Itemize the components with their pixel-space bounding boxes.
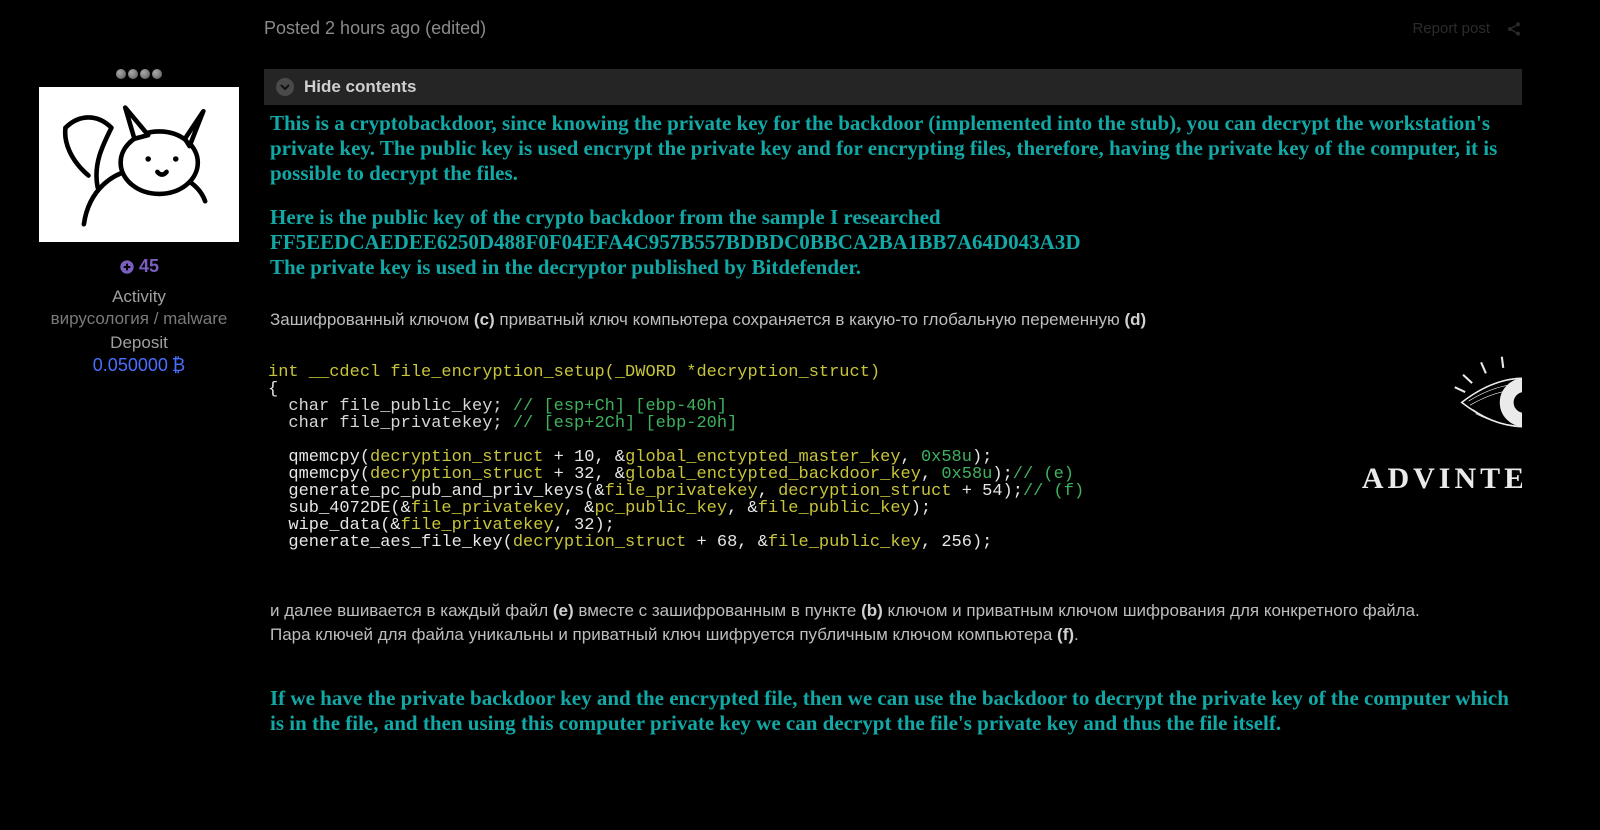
post-container: Posted 2 hours ago (edited) Report post (12, 8, 1534, 750)
watermark: ADVINTEL (1352, 337, 1522, 528)
highlighted-paragraph-1: This is a cryptobackdoor, since knowing … (264, 105, 1522, 304)
plain-paragraph-2: и далее вшивается в каждый файл (e) вмес… (264, 595, 1522, 652)
pip-icon (152, 69, 162, 79)
pip-icon (140, 69, 150, 79)
highlighted-paragraph-2: If we have the private backdoor key and … (264, 682, 1522, 740)
plain-paragraph-1: Зашифрованный ключом (c) приватный ключ … (264, 304, 1522, 337)
bitcoin-icon: ₿ (172, 355, 185, 376)
spoiler-toggle[interactable]: Hide contents (264, 69, 1522, 105)
code-block: int __cdecl file_encryption_setup(_DWORD… (264, 337, 1522, 595)
activity-label: Activity (24, 287, 254, 307)
highlight-text: Here is the public key of the crypto bac… (270, 205, 1516, 281)
pip-icon (116, 69, 126, 79)
deposit-label: Deposit (24, 333, 254, 353)
post-body: Hide contents This is a cryptobackdoor, … (264, 69, 1522, 740)
share-icon[interactable] (1506, 21, 1522, 37)
reputation-value: 45 (139, 256, 159, 277)
highlight-text: This is a cryptobackdoor, since knowing … (270, 111, 1516, 187)
rank-pips (24, 69, 254, 79)
watermark-text: ADVINTEL (1352, 464, 1522, 494)
post-header: Posted 2 hours ago (edited) Report post (264, 18, 1522, 39)
activity-value: вирусология / malware (24, 309, 254, 329)
highlight-text: If we have the private backdoor key and … (270, 686, 1516, 736)
deposit-value[interactable]: 0.050000 ₿ (24, 355, 254, 376)
plus-circle-icon (119, 259, 135, 275)
chevron-down-icon (276, 78, 294, 96)
reputation[interactable]: 45 (24, 256, 254, 277)
spoiler-label: Hide contents (304, 77, 416, 97)
report-post-link[interactable]: Report post (1412, 20, 1490, 37)
user-sidebar: 45 Activity вирусология / malware Deposi… (24, 69, 254, 740)
avatar[interactable] (39, 87, 239, 242)
posted-timestamp[interactable]: Posted 2 hours ago (edited) (264, 18, 486, 39)
pip-icon (128, 69, 138, 79)
post-actions: Report post (1412, 20, 1522, 37)
